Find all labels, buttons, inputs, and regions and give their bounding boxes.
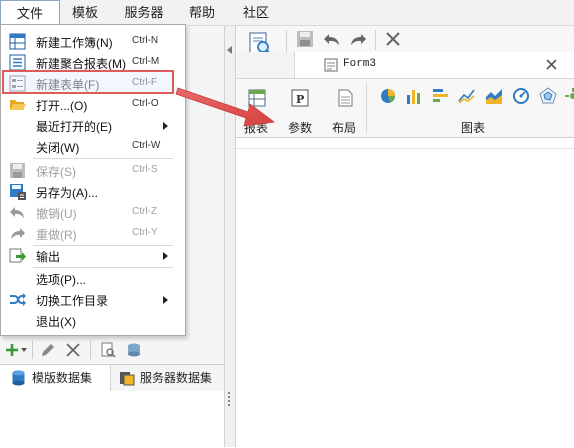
toolbar-divider <box>90 341 91 359</box>
undo-icon[interactable] <box>323 30 341 48</box>
dataset-toolbar <box>0 338 224 362</box>
tab-title: Form3 <box>343 58 377 70</box>
menu-shortcut: Ctrl-S <box>132 164 158 175</box>
menu-item-exit[interactable]: 退出(X) <box>1 310 185 331</box>
export-icon <box>9 248 26 263</box>
design-canvas[interactable] <box>236 148 574 448</box>
menu-item-open[interactable]: 打开...(O) Ctrl-O <box>1 94 185 115</box>
ribbon-group-layout[interactable]: 布局 <box>332 119 356 136</box>
menu-item-close[interactable]: 关闭(W) Ctrl-W <box>1 136 185 157</box>
menu-label: 撤销(U) <box>36 207 77 221</box>
submenu-arrow-icon <box>163 296 168 304</box>
menu-file[interactable]: 文件 <box>0 0 60 25</box>
menu-label: 重做(R) <box>36 228 77 242</box>
gauge-chart-icon[interactable] <box>512 87 530 105</box>
menu-item-switch-directory[interactable]: 切换工作目录 <box>1 289 185 310</box>
menu-shortcut: Ctrl-W <box>132 140 161 151</box>
menu-label: 新建工作簿(N) <box>36 36 113 50</box>
ribbon-group-parameter[interactable]: 参数 <box>288 119 312 136</box>
column-chart-icon[interactable] <box>405 87 423 105</box>
submenu-arrow-icon <box>163 122 168 130</box>
ribbon-divider <box>366 83 367 133</box>
toolbar-divider <box>32 341 33 359</box>
save-icon <box>10 163 25 178</box>
dataset-tabs: 模版数据集 服务器数据集 <box>0 364 224 392</box>
switch-directory-icon <box>10 293 26 306</box>
more-charts-icon[interactable] <box>564 87 574 105</box>
tab-template-dataset-label: 模版数据集 <box>32 371 93 385</box>
menu-item-save: 保存(S) Ctrl-S <box>1 160 185 181</box>
tab-bar: Form3 <box>236 52 574 79</box>
remove-dataset-icon[interactable] <box>66 343 80 357</box>
menu-item-new-workbook[interactable]: 新建工作簿(N) Ctrl-N <box>1 31 185 52</box>
menu-shortcut: Ctrl-N <box>132 35 159 46</box>
pie-chart-icon[interactable] <box>379 87 397 105</box>
menu-item-save-as[interactable]: 另存为(A)... <box>1 181 185 202</box>
menu-label: 关闭(W) <box>36 141 80 155</box>
toolbar-divider <box>375 30 376 50</box>
menu-item-undo: 撤销(U) Ctrl-Z <box>1 202 185 223</box>
redo-icon[interactable] <box>349 30 367 48</box>
tab-form3[interactable]: Form3 <box>294 52 574 78</box>
radar-chart-icon[interactable] <box>539 87 557 105</box>
layout-widget-icon[interactable] <box>336 89 354 107</box>
annotation-arrow-icon <box>175 87 276 127</box>
refresh-dataset-icon[interactable] <box>126 342 142 358</box>
add-dataset-icon[interactable] <box>4 342 20 358</box>
tab-server-dataset[interactable]: 服务器数据集 <box>111 365 224 391</box>
tab-server-dataset-label: 服务器数据集 <box>140 371 213 385</box>
menu-item-export[interactable]: 输出 <box>1 245 185 266</box>
menu-item-recent[interactable]: 最近打开的(E) <box>1 115 185 136</box>
close-tab-icon[interactable] <box>546 59 557 70</box>
new-workbook-icon <box>9 33 26 50</box>
form-icon <box>324 58 338 72</box>
area-chart-icon[interactable] <box>485 87 503 105</box>
undo-icon <box>10 207 24 218</box>
tab-template-dataset[interactable]: 模版数据集 <box>0 365 111 391</box>
ribbon-group-chart[interactable]: 图表 <box>461 119 485 136</box>
menu-label: 保存(S) <box>36 165 76 179</box>
menu-shortcut: Ctrl-O <box>132 98 159 109</box>
menu-server[interactable]: 服务器 <box>114 0 174 25</box>
menu-label: 退出(X) <box>36 315 76 329</box>
menu-label: 选项(P)... <box>36 273 86 287</box>
collapse-left-icon[interactable] <box>227 46 232 54</box>
menu-community[interactable]: 社区 <box>234 0 278 25</box>
dataset-list[interactable] <box>0 391 224 447</box>
database-icon <box>12 370 25 386</box>
menu-label: 另存为(A)... <box>36 186 98 200</box>
bar-chart-icon[interactable] <box>432 87 450 105</box>
save-icon[interactable] <box>296 30 314 48</box>
menu-label: 输出 <box>36 250 61 264</box>
add-dataset-dropdown-icon[interactable] <box>21 348 27 352</box>
menu-shortcut: Ctrl-Z <box>132 206 157 217</box>
menu-shortcut: Ctrl-M <box>132 56 160 67</box>
menu-item-options[interactable]: 选项(P)... <box>1 268 185 289</box>
svg-text:P: P <box>296 93 304 106</box>
menu-label: 切换工作目录 <box>36 294 109 308</box>
menu-separator <box>33 158 173 159</box>
delete-icon[interactable] <box>385 31 401 47</box>
menu-item-redo: 重做(R) Ctrl-Y <box>1 223 185 244</box>
preview-dataset-icon[interactable] <box>100 342 116 358</box>
line-chart-icon[interactable] <box>458 87 476 105</box>
parameter-widget-icon[interactable]: P <box>291 89 309 107</box>
open-folder-icon <box>10 100 26 110</box>
menu-help[interactable]: 帮助 <box>180 0 224 25</box>
new-aggregate-report-icon <box>9 54 26 71</box>
menu-label: 打开...(O) <box>36 99 88 113</box>
menu-shortcut: Ctrl-Y <box>132 227 158 238</box>
submenu-arrow-icon <box>163 252 168 260</box>
menubar: 文件 模板 服务器 帮助 社区 <box>0 0 574 26</box>
splitter-grip-icon <box>228 392 232 406</box>
menu-label: 最近打开的(E) <box>36 120 112 134</box>
server-dataset-icon <box>120 372 135 386</box>
save-as-icon <box>10 184 26 200</box>
redo-icon <box>11 228 25 239</box>
widget-ribbon: 报表 P 参数 布局 图表 <box>236 79 574 138</box>
edit-dataset-icon[interactable] <box>40 342 56 358</box>
menu-template[interactable]: 模板 <box>60 0 110 25</box>
highlight-annotation <box>2 70 174 94</box>
